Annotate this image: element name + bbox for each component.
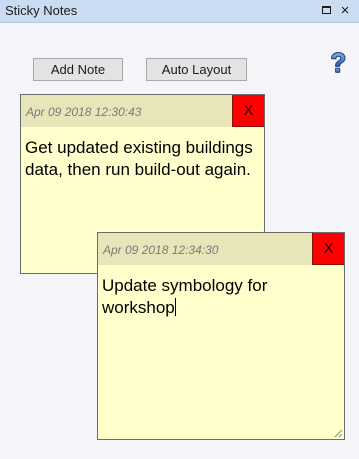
note-text[interactable]: Get updated existing buildings data, the… [25, 137, 260, 181]
note-text-editor[interactable]: Update symbology for workshop [102, 275, 340, 319]
help-icon [330, 51, 346, 73]
note-text: Update symbology for workshop [102, 276, 268, 317]
note-timestamp: Apr 09 2018 12:34:30 [103, 243, 219, 257]
note-header[interactable]: Apr 09 2018 12:30:43 X [21, 95, 264, 127]
restore-window-button[interactable] [318, 2, 334, 18]
resize-grip-icon[interactable] [333, 428, 343, 438]
note-close-button[interactable]: X [232, 95, 264, 127]
sticky-notes-window: Sticky Notes × Add Note Auto Layout Apr … [0, 0, 359, 459]
close-window-button[interactable]: × [337, 2, 353, 19]
note-header[interactable]: Apr 09 2018 12:34:30 X [98, 233, 344, 265]
window-title: Sticky Notes [5, 3, 78, 18]
auto-layout-button[interactable]: Auto Layout [146, 58, 247, 81]
sticky-note[interactable]: Apr 09 2018 12:34:30 X Update symbology … [97, 232, 345, 440]
title-bar[interactable]: Sticky Notes × [0, 0, 359, 23]
note-timestamp: Apr 09 2018 12:30:43 [26, 105, 142, 119]
add-note-button[interactable]: Add Note [33, 58, 123, 81]
restore-icon [321, 6, 331, 14]
text-caret [174, 298, 176, 316]
note-close-button[interactable]: X [312, 233, 344, 265]
help-button[interactable] [326, 51, 350, 75]
